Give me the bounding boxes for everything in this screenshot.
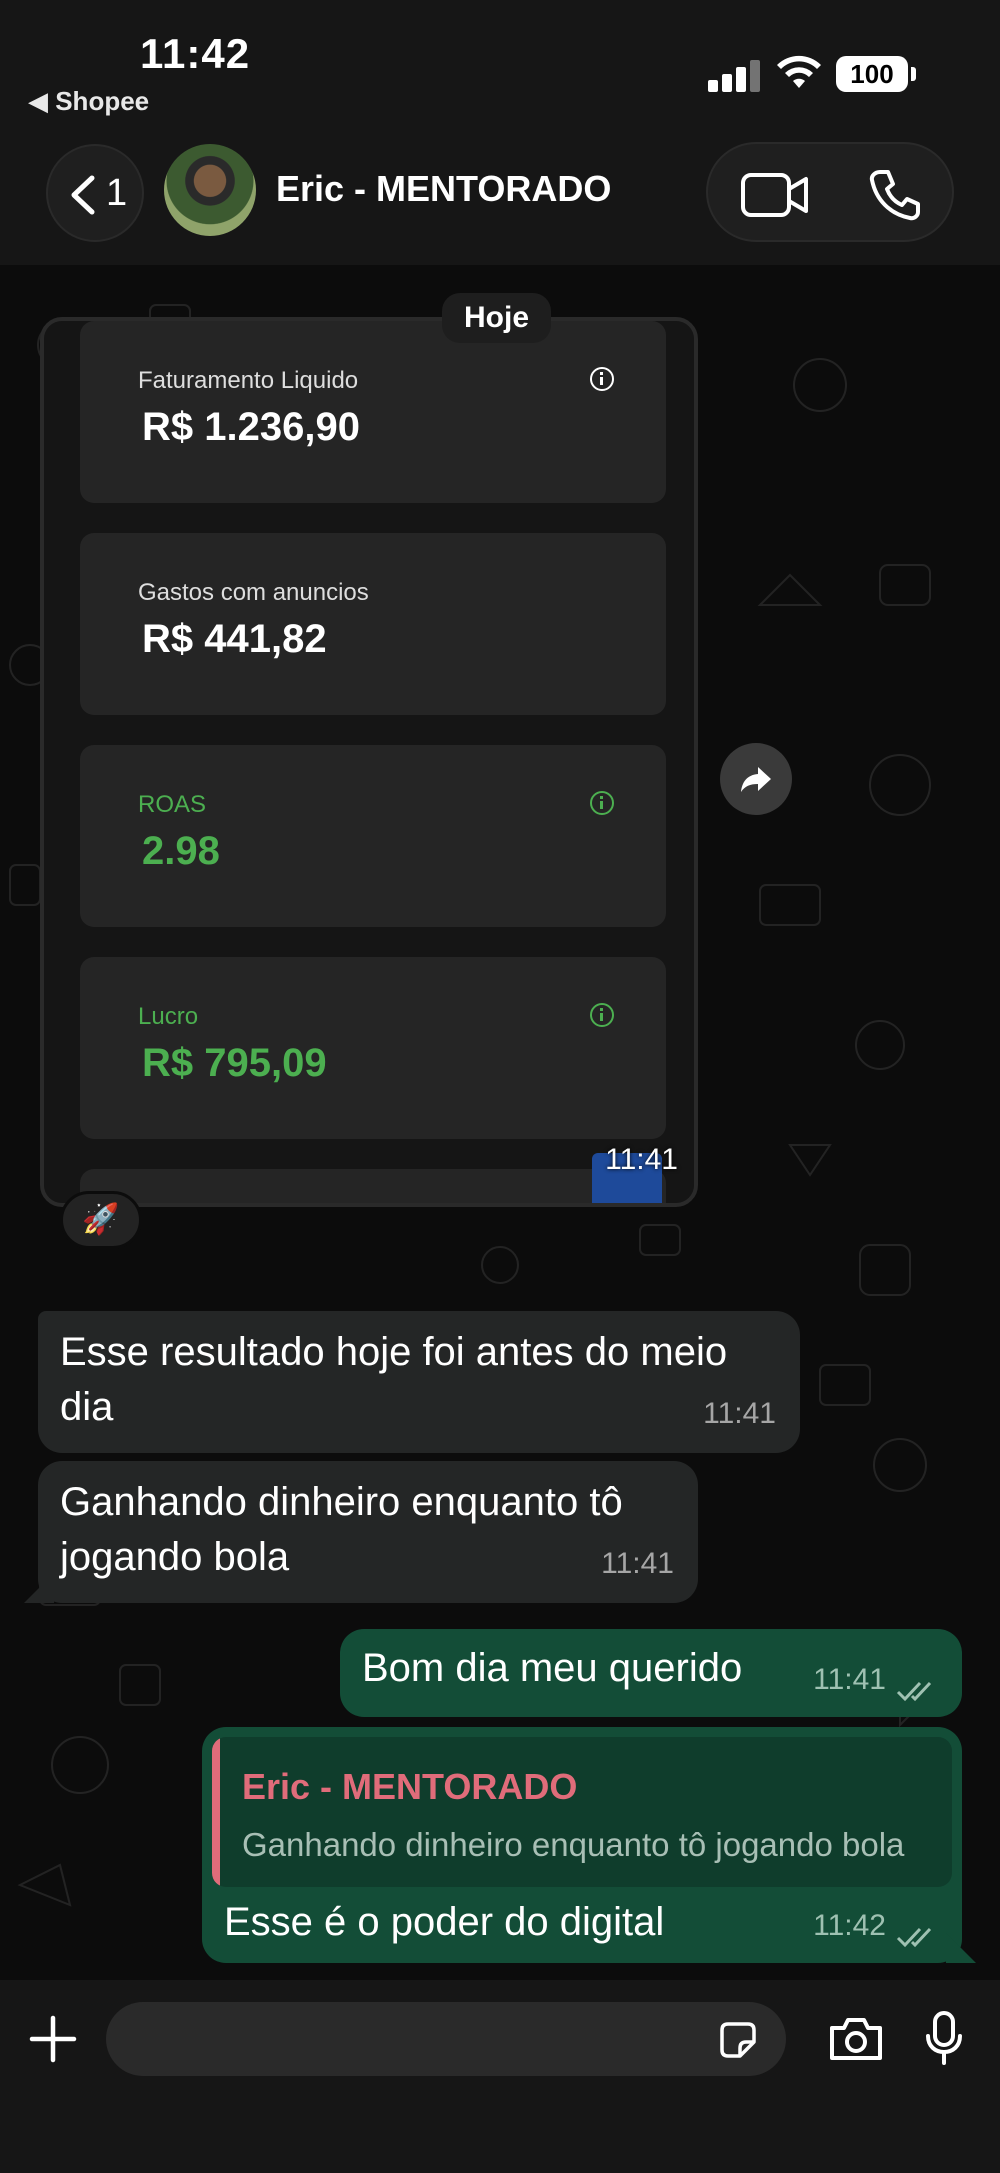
- message-time: 11:41: [813, 1663, 886, 1696]
- back-button[interactable]: 1: [46, 144, 144, 242]
- plus-icon[interactable]: [28, 2014, 78, 2064]
- card-gastos: Gastos com anuncios R$ 441,82: [80, 533, 666, 715]
- sticker-icon[interactable]: [716, 2018, 760, 2062]
- card-partial: [80, 1169, 666, 1203]
- contact-name[interactable]: Eric - MENTORADO: [276, 168, 611, 210]
- microphone-icon[interactable]: [924, 2010, 964, 2066]
- forward-button[interactable]: [720, 743, 792, 815]
- card-label: Faturamento Liquido: [138, 367, 359, 394]
- card-value: 2.98: [142, 829, 220, 873]
- chat-area[interactable]: Hoje Faturamento Liquido R$ 1.236,90 Gas…: [0, 265, 1000, 1980]
- quoted-message[interactable]: Eric - MENTORADO Ganhando dinheiro enqua…: [212, 1737, 952, 1887]
- video-call-icon[interactable]: [740, 172, 810, 218]
- read-ticks-icon: [896, 1927, 932, 1948]
- card-faturamento: Faturamento Liquido R$ 1.236,90: [80, 321, 666, 503]
- message-bubble-incoming[interactable]: Esse resultado hoje foi antes do meio di…: [38, 1311, 800, 1453]
- avatar[interactable]: [164, 144, 256, 236]
- quote-author: Eric - MENTORADO: [242, 1766, 578, 1807]
- chevron-left-icon: [71, 175, 95, 215]
- message-time: 11:41: [703, 1397, 776, 1430]
- cellular-signal-icon: [708, 58, 762, 92]
- quote-bar: [212, 1737, 220, 1887]
- message-input[interactable]: [106, 2002, 786, 2076]
- message-time: 11:41: [601, 1547, 674, 1580]
- camera-icon[interactable]: [828, 2016, 884, 2062]
- card-value: R$ 795,09: [142, 1041, 327, 1085]
- card-label: ROAS: [138, 791, 207, 818]
- back-to-app-link[interactable]: ◀ Shopee: [28, 86, 149, 117]
- read-ticks-icon: [896, 1681, 932, 1702]
- info-icon: [590, 367, 614, 391]
- quote-text: Ganhando dinheiro enquanto tô jogando bo…: [242, 1826, 905, 1863]
- dashboard-screenshot: Faturamento Liquido R$ 1.236,90 Gastos c…: [44, 321, 694, 1203]
- chat-header: 1 Eric - MENTORADO: [0, 130, 1000, 265]
- message-bubble-outgoing[interactable]: Bom dia meu querido 11:41: [340, 1629, 962, 1717]
- message-text: Esse é o poder do digital: [224, 1900, 665, 1944]
- forward-icon: [741, 767, 771, 792]
- phone-icon[interactable]: [868, 168, 922, 222]
- status-time: 11:42: [140, 30, 251, 77]
- message-text: Bom dia meu querido: [362, 1646, 743, 1690]
- info-icon: [590, 1003, 614, 1027]
- status-bar: 11:42 ◀ Shopee 100: [0, 0, 1000, 130]
- unread-count: 1: [106, 172, 128, 214]
- call-buttons: [706, 142, 954, 242]
- battery-icon: 100: [836, 56, 916, 92]
- card-lucro: Lucro R$ 795,09: [80, 957, 666, 1139]
- card-roas: ROAS 2.98: [80, 745, 666, 927]
- date-separator: Hoje: [442, 293, 552, 343]
- message-text: Esse resultado hoje foi antes do meio di…: [60, 1330, 728, 1429]
- message-bubble-outgoing-reply[interactable]: Eric - MENTORADO Ganhando dinheiro enqua…: [202, 1727, 976, 1963]
- message-time: 11:41: [605, 1143, 678, 1176]
- image-message[interactable]: Faturamento Liquido R$ 1.236,90 Gastos c…: [40, 317, 698, 1207]
- reaction-badge[interactable]: 🚀: [60, 1191, 142, 1249]
- card-label: Gastos com anuncios: [138, 579, 369, 606]
- message-text: Ganhando dinheiro enquanto tô jogando bo…: [60, 1480, 623, 1579]
- card-value: R$ 1.236,90: [142, 405, 360, 449]
- info-icon: [590, 791, 614, 815]
- message-bubble-incoming[interactable]: Ganhando dinheiro enquanto tô jogando bo…: [24, 1461, 698, 1603]
- message-time: 11:42: [813, 1909, 886, 1942]
- card-value: R$ 441,82: [142, 617, 327, 661]
- card-label: Lucro: [138, 1003, 199, 1030]
- composer-bar: [0, 1980, 1000, 2173]
- wifi-icon: [777, 55, 821, 88]
